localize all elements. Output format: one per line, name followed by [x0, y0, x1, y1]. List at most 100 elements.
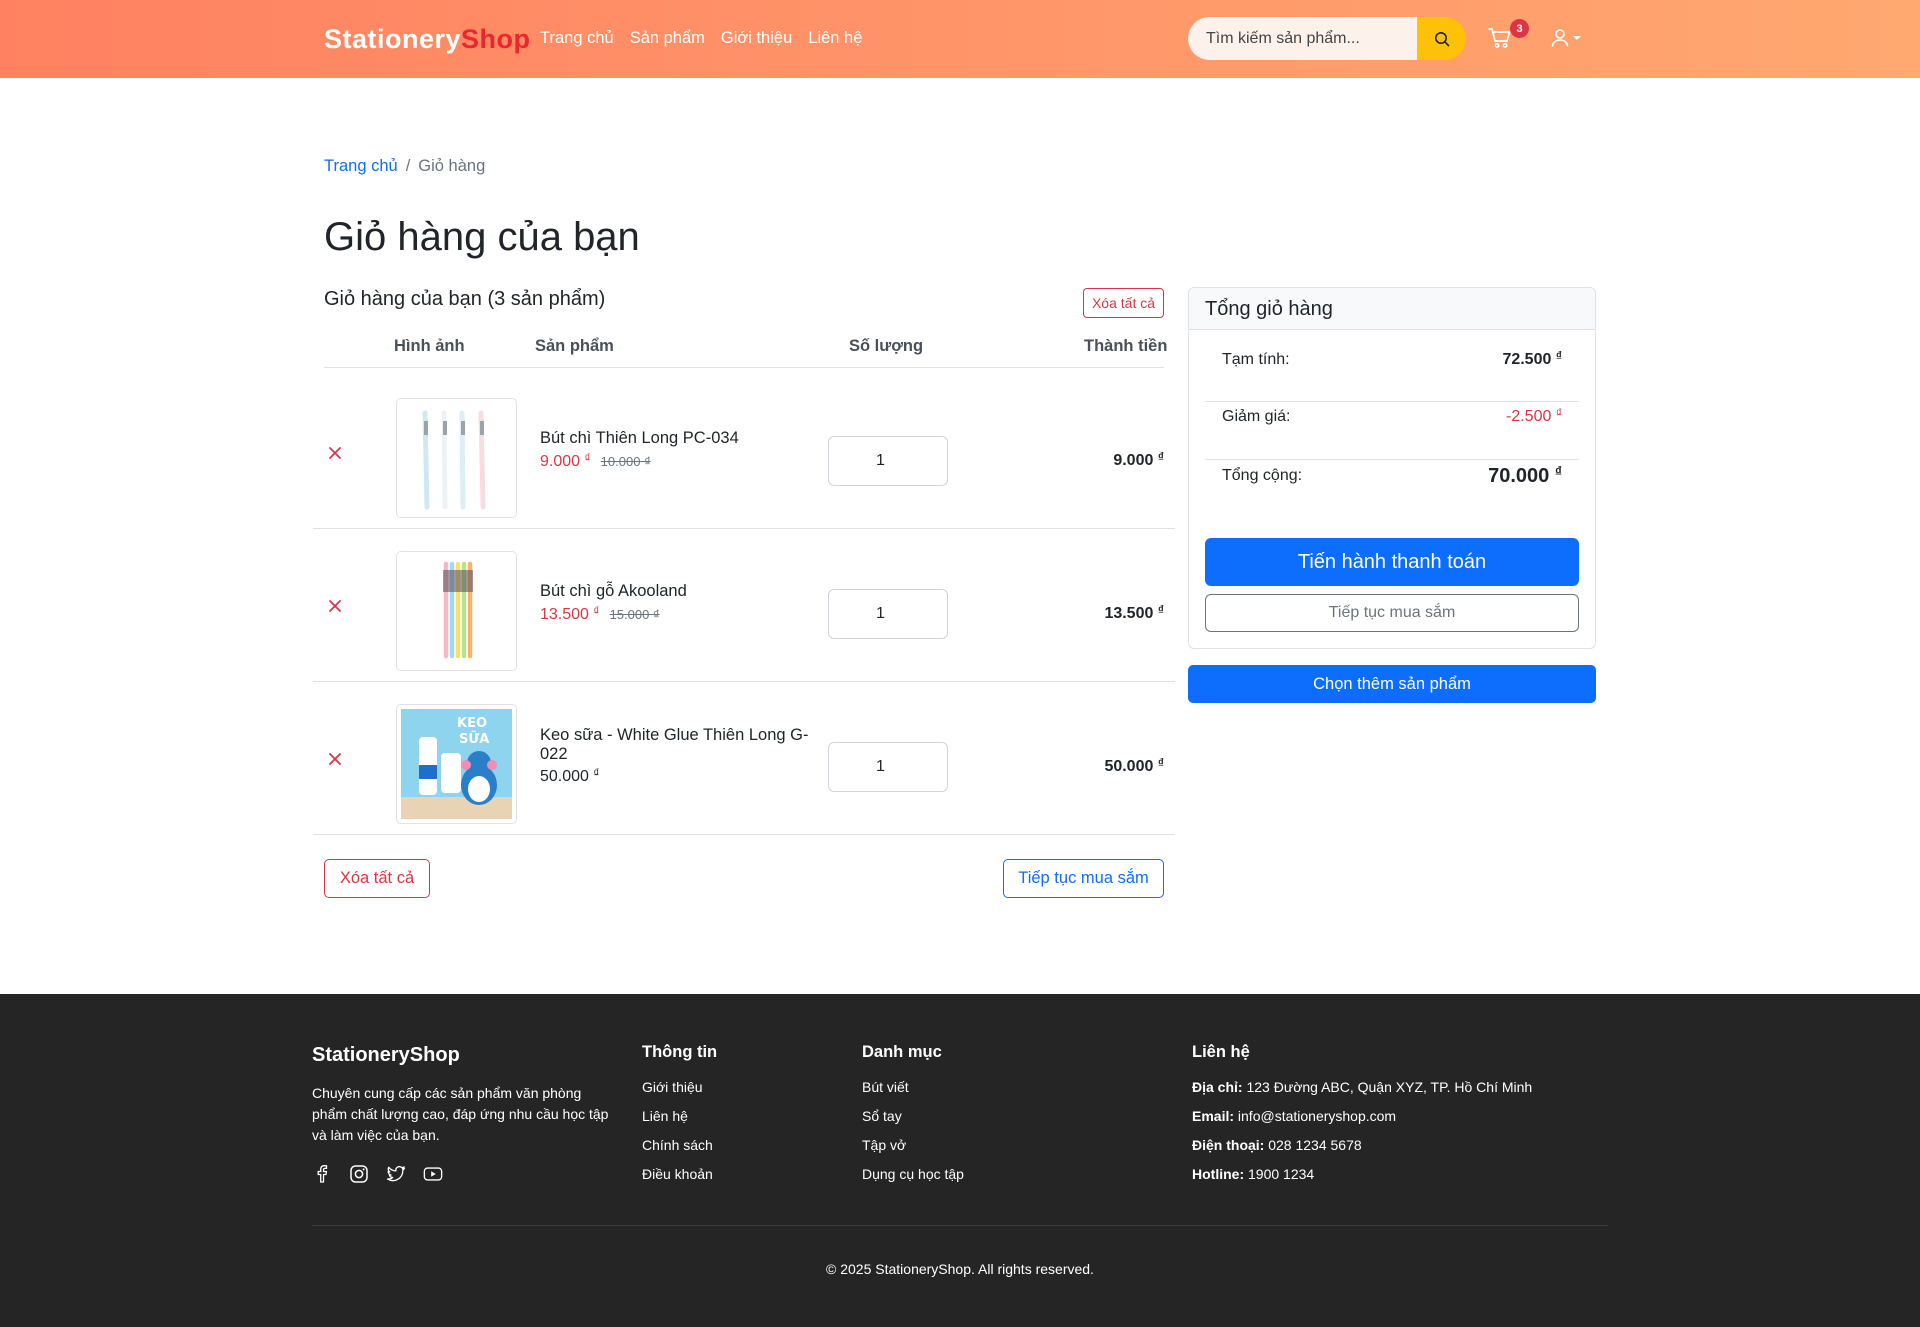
youtube-icon[interactable]: [423, 1164, 443, 1184]
footer-brand: StationeryShop: [312, 1044, 460, 1066]
line-total: 50.000 ₫: [1104, 756, 1164, 775]
discount-row: Giảm giá: -2.500 ₫: [1205, 406, 1579, 427]
line-total: 13.500 ₫: [1104, 603, 1164, 622]
footer-description: Chuyên cung cấp các sản phẩm văn phòng p…: [312, 1085, 609, 1143]
search-icon: [1434, 31, 1449, 46]
footer-hotline: Hotline: 1900 1234: [1192, 1166, 1315, 1182]
close-icon: [329, 447, 341, 459]
column-header-total: Thành tiền: [1084, 337, 1168, 355]
nav-products[interactable]: Sản phẩm: [630, 29, 705, 48]
footer-link-pens[interactable]: Bút viết: [862, 1079, 909, 1095]
footer-link-school-supplies[interactable]: Dụng cụ học tập: [862, 1166, 964, 1182]
product-price: 50.000 ₫: [540, 766, 600, 786]
cart-row: Bút chì gỗ Akooland 13.500 ₫ 15.000 ₫ 13…: [313, 529, 1175, 682]
cart-row: Bút chì Thiên Long PC-034 9.000 ₫ 10.000…: [313, 376, 1175, 529]
cart-row: KEO SỮA Keo sữa - White Glue Thiên Long …: [313, 682, 1175, 835]
footer-link-notebooks[interactable]: Sổ tay: [862, 1108, 902, 1124]
brand-logo[interactable]: StationeryShop: [324, 24, 531, 55]
continue-shopping-button[interactable]: Tiếp tục mua sắm: [1003, 859, 1164, 898]
subtotal-value: 72.500 ₫: [1502, 349, 1562, 368]
continue-shopping-card-button[interactable]: Tiếp tục mua sắm: [1205, 594, 1579, 632]
footer-info-links: Giới thiệu Liên hệ Chính sách Điều khoản: [642, 1079, 713, 1195]
wooden-pencils-image: [397, 552, 516, 670]
table-header-divider: [324, 367, 1164, 368]
checkout-button[interactable]: Tiến hành thanh toán: [1205, 538, 1579, 586]
nav-contact[interactable]: Liên hệ: [808, 29, 862, 48]
brand-main: Stationery: [324, 24, 462, 54]
footer-phone: Điện thoại: 028 1234 5678: [1192, 1137, 1362, 1153]
product-name[interactable]: Bút chì Thiên Long PC-034: [540, 429, 810, 448]
product-price: 13.500 ₫ 15.000 ₫: [540, 604, 660, 624]
footer-link-about[interactable]: Giới thiệu: [642, 1079, 703, 1095]
remove-item-button[interactable]: [325, 443, 345, 463]
cart-count-badge: 3: [1510, 19, 1529, 38]
footer-link-terms[interactable]: Điều khoản: [642, 1166, 713, 1182]
close-icon: [329, 600, 341, 612]
column-header-quantity: Số lượng: [849, 337, 924, 355]
footer-divider: [312, 1225, 1608, 1226]
product-image[interactable]: [396, 551, 517, 671]
total-label: Tổng cộng:: [1222, 467, 1303, 484]
footer-link-exercise-books[interactable]: Tập vở: [862, 1137, 906, 1153]
footer-info-title: Thông tin: [642, 1043, 718, 1061]
summary-title: Tổng giỏ hàng: [1189, 288, 1595, 330]
close-icon: [329, 753, 341, 765]
cart-summary-card: Tổng giỏ hàng Tạm tính: 72.500 ₫ Giảm gi…: [1188, 287, 1596, 649]
summary-divider: [1205, 401, 1579, 402]
product-name[interactable]: Bút chì gỗ Akooland: [540, 582, 810, 601]
user-icon: [1551, 29, 1569, 47]
choose-more-products-button[interactable]: Chọn thêm sản phẩm: [1188, 665, 1596, 703]
footer-address: Địa chỉ: 123 Đường ABC, Quận XYZ, TP. Hồ…: [1192, 1079, 1533, 1095]
product-image[interactable]: [396, 398, 517, 518]
original-price: 15.000 ₫: [609, 607, 660, 622]
summary-divider: [1205, 459, 1579, 460]
product-name[interactable]: Keo sữa - White Glue Thiên Long G-022: [540, 726, 810, 764]
product-price: 9.000 ₫ 10.000 ₫: [540, 451, 651, 471]
breadcrumb-home[interactable]: Trang chủ: [324, 157, 398, 176]
quantity-input[interactable]: [828, 742, 948, 792]
quantity-input[interactable]: [828, 589, 948, 639]
footer-link-contact[interactable]: Liên hệ: [642, 1108, 688, 1124]
footer-contact-title: Liên hệ: [1192, 1043, 1250, 1061]
clear-all-button-bottom[interactable]: Xóa tất cả: [324, 859, 430, 898]
facebook-icon[interactable]: [312, 1164, 332, 1184]
cart-count-label: Giỏ hàng của bạn (3 sản phẩm): [324, 288, 606, 310]
main-nav: Trang chủ Sản phẩm Giới thiệu Liên hệ: [540, 29, 862, 48]
svg-text:KEO: KEO: [457, 716, 487, 731]
column-header-product: Sản phẩm: [535, 337, 614, 355]
search-input[interactable]: [1188, 17, 1417, 60]
sale-price: 9.000 ₫: [540, 451, 591, 470]
footer-category-title: Danh mục: [862, 1043, 942, 1061]
copyright: © 2025 StationeryShop. All rights reserv…: [826, 1261, 1094, 1277]
user-menu-toggle[interactable]: [1550, 28, 1581, 48]
subtotal-row: Tạm tính: 72.500 ₫: [1205, 349, 1579, 370]
nav-home[interactable]: Trang chủ: [540, 29, 614, 48]
footer-contact-info: Địa chỉ: 123 Đường ABC, Quận XYZ, TP. Hồ…: [1192, 1079, 1532, 1195]
search-button[interactable]: [1417, 17, 1466, 60]
caret-down-icon: [1573, 36, 1581, 40]
discount-value: -2.500 ₫: [1506, 406, 1562, 425]
footer-category-links: Bút viết Sổ tay Tập vở Dụng cụ học tập: [862, 1079, 964, 1195]
quantity-input[interactable]: [828, 436, 948, 486]
cart-icon: [1488, 28, 1511, 48]
nav-about[interactable]: Giới thiệu: [721, 29, 792, 48]
original-price: 10.000 ₫: [600, 454, 651, 469]
line-total: 9.000 ₫: [1113, 450, 1164, 469]
twitter-icon[interactable]: [386, 1164, 406, 1184]
social-links: [312, 1164, 443, 1184]
product-image[interactable]: KEO SỮA: [396, 704, 517, 824]
product-unit-price: 50.000 ₫: [540, 766, 600, 785]
remove-item-button[interactable]: [325, 596, 345, 616]
total-row: Tổng cộng: 70.000 ₫: [1205, 462, 1579, 488]
remove-item-button[interactable]: [325, 749, 345, 769]
subtotal-label: Tạm tính:: [1222, 351, 1290, 368]
clear-all-button-top[interactable]: Xóa tất cả: [1083, 288, 1164, 318]
footer-link-policy[interactable]: Chính sách: [642, 1137, 713, 1153]
white-glue-image: KEO SỮA: [401, 709, 512, 819]
instagram-icon[interactable]: [349, 1164, 369, 1184]
total-value: 70.000 ₫: [1488, 462, 1562, 487]
svg-text:SỮA: SỮA: [459, 731, 489, 747]
breadcrumb-separator: /: [405, 157, 411, 175]
pencil-set-image: [397, 399, 516, 517]
page-title: Giỏ hàng của bạn: [324, 215, 640, 259]
